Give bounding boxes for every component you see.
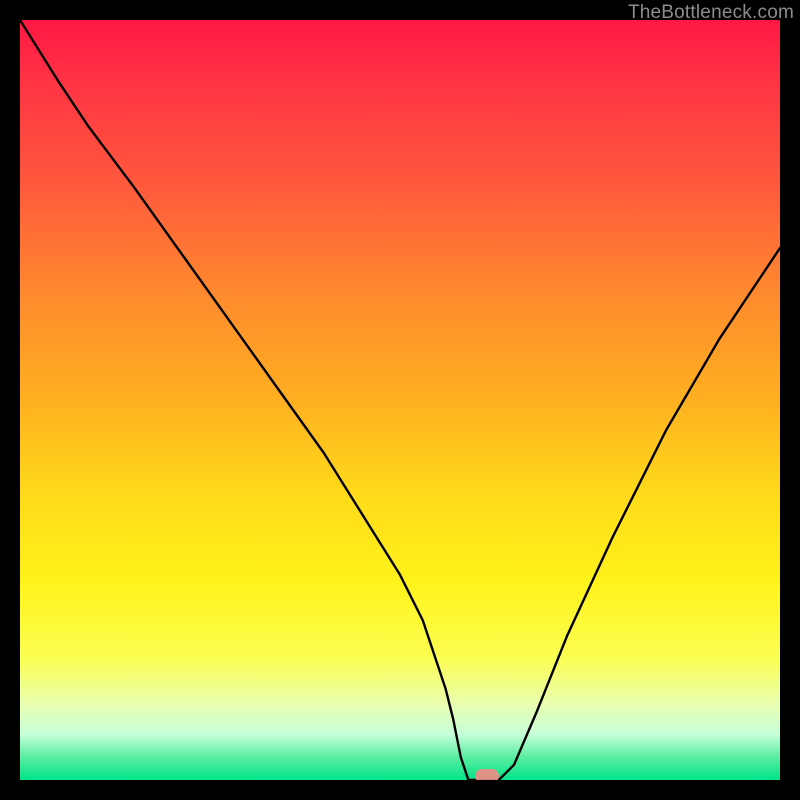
bottleneck-curve [20,20,780,780]
chart-canvas: TheBottleneck.com [0,0,800,800]
minimum-marker [475,769,499,780]
plot-area [20,20,780,780]
watermark-label: TheBottleneck.com [628,2,794,24]
